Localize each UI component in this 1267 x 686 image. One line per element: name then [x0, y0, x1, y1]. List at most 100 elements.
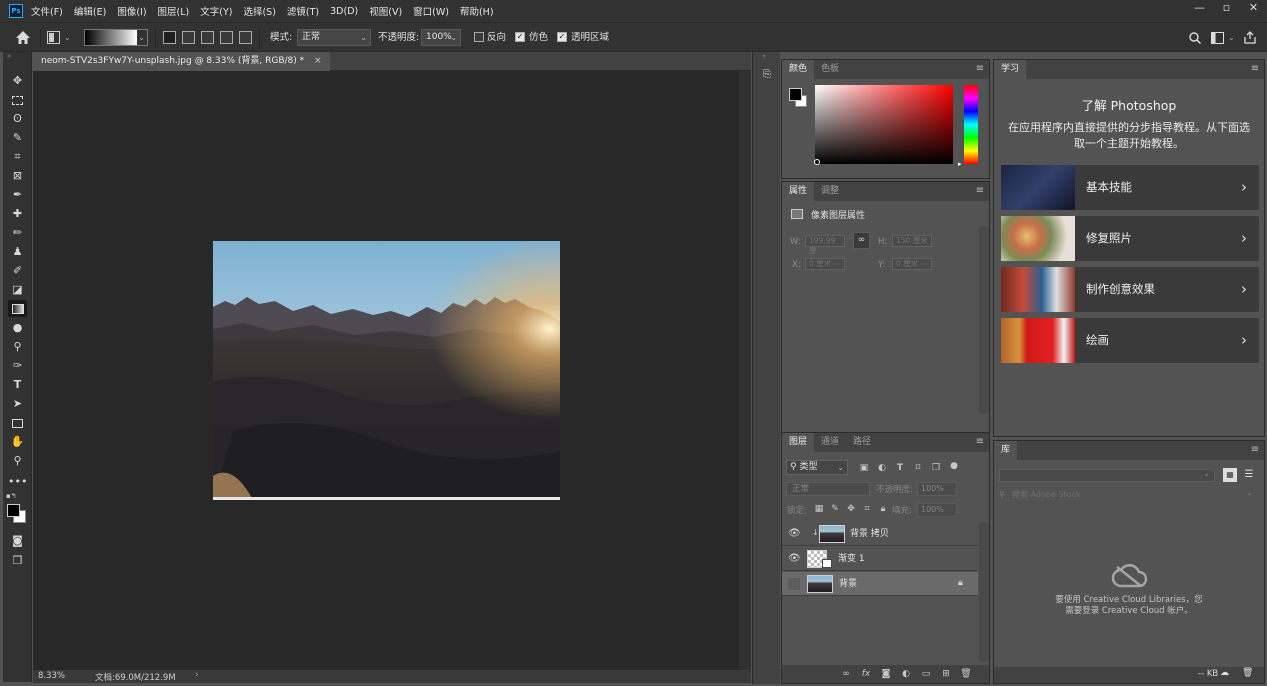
radial-gradient-button[interactable] — [182, 31, 195, 44]
filter-type-icon[interactable]: T — [894, 462, 906, 474]
properties-scrollbar[interactable] — [979, 226, 989, 414]
trash-icon[interactable]: 🗑︎ — [1242, 668, 1253, 678]
learn-card-creative-effects[interactable]: 制作创意效果 › — [1001, 267, 1259, 312]
color-picker-cursor[interactable] — [814, 159, 820, 165]
document-tab[interactable]: neom-STV2s3FYw7Y-unsplash.jpg @ 8.33% (背… — [33, 52, 330, 71]
history-brush-tool-icon[interactable]: ✐ — [8, 262, 27, 279]
more-tools-icon[interactable]: ••• — [8, 473, 27, 490]
filter-shape-icon[interactable]: ⌑ — [912, 462, 924, 474]
trash-icon[interactable]: 🗑︎ — [960, 668, 972, 680]
layer-row[interactable]: 👁︎ ↓ 背景 拷贝 — [782, 522, 978, 546]
panel-menu-icon[interactable]: ≡ — [1251, 63, 1259, 75]
eraser-tool-icon[interactable]: ◪ — [8, 281, 27, 298]
layer-row[interactable]: 👁︎ 渐变 1 — [782, 547, 978, 571]
x-input[interactable]: 0 厘米 — [805, 258, 845, 270]
layer-opacity-input[interactable]: 100% — [917, 482, 957, 496]
adjustment-layer-icon[interactable]: ◐ — [900, 668, 912, 680]
quick-mask-icon[interactable]: ◙ — [8, 532, 27, 549]
angle-gradient-button[interactable] — [201, 31, 214, 44]
path-select-tool-icon[interactable]: ➤ — [8, 395, 27, 412]
close-button[interactable]: ✕ — [1240, 0, 1267, 16]
tab-layers[interactable]: 图层 — [782, 433, 815, 452]
tab-swatches[interactable]: 色板 — [814, 60, 846, 79]
filter-pixel-icon[interactable]: ▣ — [858, 462, 870, 474]
eyedropper-tool-icon[interactable]: ✒ — [8, 186, 27, 203]
crop-tool-icon[interactable]: ⌗ — [8, 148, 27, 165]
panel-menu-icon[interactable]: ≡ — [976, 185, 984, 197]
chevron-right-icon[interactable]: › — [195, 670, 198, 680]
tab-adjustments[interactable]: 调整 — [814, 182, 846, 201]
lock-image-icon[interactable]: ✎ — [829, 503, 841, 515]
foreground-color-swatch[interactable] — [7, 504, 20, 517]
reverse-checkbox[interactable] — [474, 32, 484, 42]
menu-type[interactable]: 文字(Y) — [200, 4, 232, 18]
linear-gradient-button[interactable] — [163, 31, 176, 44]
restore-button[interactable]: ▫ — [1213, 0, 1240, 16]
width-input[interactable]: 199.99 厘 — [805, 235, 845, 255]
pen-tool-icon[interactable]: ✑ — [8, 357, 27, 374]
panel-menu-icon[interactable]: ≡ — [976, 63, 984, 75]
quick-select-tool-icon[interactable]: ✎ — [8, 129, 27, 146]
panel-menu-icon[interactable]: ≡ — [1251, 444, 1259, 456]
diamond-gradient-button[interactable] — [239, 31, 252, 44]
blur-tool-icon[interactable]: ● — [8, 319, 27, 336]
mode-select[interactable]: 正常 ⌄ — [297, 29, 371, 46]
filter-smart-object-icon[interactable]: ❒ — [930, 462, 942, 474]
panel-menu-icon[interactable]: ≡ — [976, 436, 984, 448]
eye-icon[interactable]: 👁︎ — [788, 553, 801, 565]
move-tool-icon[interactable]: ✥ — [8, 72, 27, 89]
menu-image[interactable]: 图像(I) — [117, 4, 146, 18]
filter-toggle-icon[interactable]: ● — [948, 460, 960, 472]
fx-icon[interactable]: fx — [860, 668, 872, 680]
share-icon[interactable] — [1244, 31, 1256, 44]
lock-all-icon[interactable]: 🔒︎ — [877, 503, 889, 515]
learn-card-painting[interactable]: 绘画 › — [1001, 318, 1259, 363]
tab-channels[interactable]: 通道 — [814, 433, 846, 452]
tab-properties[interactable]: 属性 — [782, 182, 815, 201]
default-colors-icon[interactable]: ▪↰ — [6, 492, 17, 500]
list-view-icon[interactable]: ☰ — [1242, 468, 1256, 482]
zoom-level[interactable]: 8.33% — [38, 671, 65, 681]
gradient-picker[interactable]: ⌄ — [84, 29, 148, 46]
type-tool-icon[interactable]: T — [8, 376, 27, 393]
y-input[interactable]: 0 厘米 — [892, 258, 932, 270]
gradient-tool-icon[interactable] — [8, 300, 27, 317]
tab-color[interactable]: 颜色 — [782, 60, 815, 79]
collapse-arrows-icon[interactable]: » — [7, 52, 11, 60]
frame-tool-icon[interactable]: ⊠ — [8, 167, 27, 184]
chevron-down-icon[interactable]: ⌄ — [1228, 30, 1235, 46]
menu-file[interactable]: 文件(F) — [31, 4, 63, 18]
gradient-tool-preset-icon[interactable] — [47, 31, 60, 44]
tab-learn[interactable]: 学习 — [994, 60, 1027, 79]
learn-card-basics[interactable]: 基本技能 › — [1001, 165, 1259, 210]
foreground-color-swatch[interactable] — [789, 88, 802, 101]
visibility-toggle[interactable] — [788, 578, 800, 590]
menu-view[interactable]: 视图(V) — [369, 4, 402, 18]
cloud-sync-icon[interactable]: ☁ — [1220, 668, 1229, 678]
height-input[interactable]: 150 厘米 — [892, 235, 932, 247]
lock-position-icon[interactable]: ✥ — [845, 503, 857, 515]
tab-libraries[interactable]: 库 — [994, 441, 1018, 460]
new-layer-icon[interactable]: ⊞ — [940, 668, 952, 680]
lock-artboard-icon[interactable]: ⌗ — [861, 503, 873, 515]
grid-view-icon[interactable]: ▦ — [1223, 468, 1237, 482]
hue-slider-handle-icon[interactable]: ▸ — [958, 160, 962, 168]
link-icon[interactable]: ∞ — [853, 232, 870, 249]
minimize-button[interactable]: — — [1186, 0, 1213, 16]
close-tab-icon[interactable]: × — [314, 56, 322, 66]
lasso-tool-icon[interactable]: ʘ — [8, 110, 27, 127]
layer-filter-select[interactable]: ⚲ 类型 ⌄ — [786, 460, 848, 475]
fill-input[interactable]: 100% — [917, 503, 957, 517]
dither-checkbox[interactable]: ✓ — [515, 32, 525, 42]
color-field[interactable] — [815, 85, 953, 164]
stock-search[interactable]: ⚲ 搜索 Adobe Stock ⌄ — [999, 488, 1259, 502]
tab-paths[interactable]: 路径 — [846, 433, 878, 452]
marquee-tool-icon[interactable] — [8, 91, 27, 108]
dodge-tool-icon[interactable]: ⚲ — [8, 338, 27, 355]
workspace-icon[interactable] — [1211, 32, 1224, 44]
transparency-checkbox[interactable]: ✓ — [557, 32, 567, 42]
document-image[interactable] — [213, 241, 560, 500]
lock-transparent-icon[interactable]: ▦ — [813, 503, 825, 515]
add-mask-icon[interactable]: ◙ — [880, 668, 892, 680]
layer-row-selected[interactable]: 背景 🔒︎ — [782, 572, 978, 596]
